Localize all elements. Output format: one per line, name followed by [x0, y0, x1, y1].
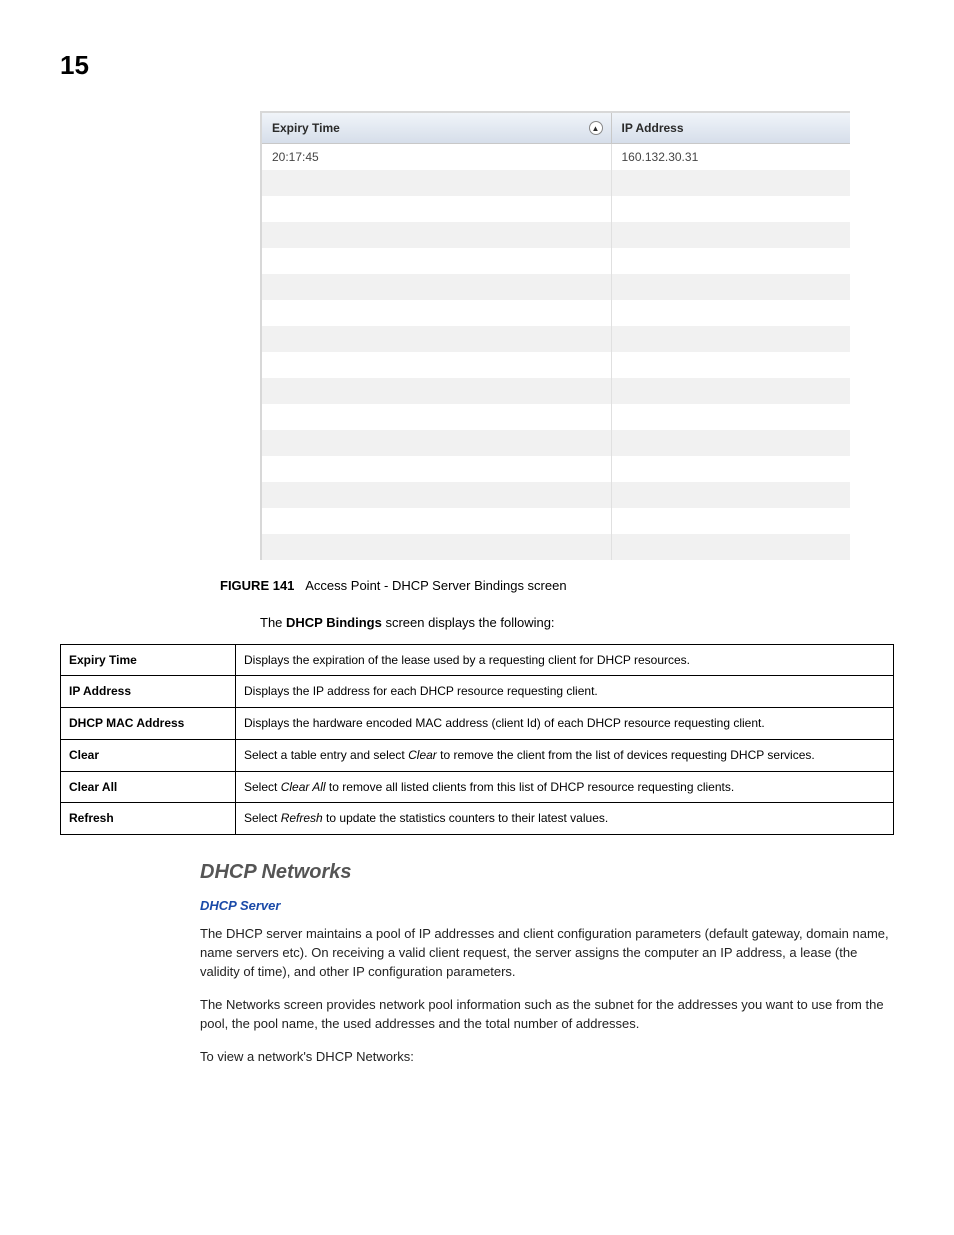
table-row[interactable]: [261, 352, 850, 378]
cell-expiry: [261, 352, 611, 378]
cell-expiry: [261, 300, 611, 326]
cell-expiry: 20:17:45: [261, 144, 611, 170]
table-row[interactable]: [261, 274, 850, 300]
cell-ip: [611, 352, 850, 378]
desc-row: ClearSelect a table entry and select Cle…: [61, 739, 894, 771]
figure-caption: FIGURE 141 Access Point - DHCP Server Bi…: [220, 578, 894, 593]
intro-suffix: screen displays the following:: [382, 615, 555, 630]
desc-term: IP Address: [61, 676, 236, 708]
cell-ip: [611, 248, 850, 274]
cell-ip: [611, 170, 850, 196]
cell-ip: [611, 456, 850, 482]
cell-ip: [611, 404, 850, 430]
table-row[interactable]: [261, 300, 850, 326]
desc-definition: Displays the expiration of the lease use…: [236, 644, 894, 676]
body-paragraph-1: The DHCP server maintains a pool of IP a…: [200, 925, 894, 982]
body-paragraph-3: To view a network's DHCP Networks:: [200, 1048, 894, 1067]
figure-label: FIGURE 141: [220, 578, 294, 593]
cell-ip: [611, 534, 850, 560]
cell-ip: [611, 508, 850, 534]
cell-expiry: [261, 508, 611, 534]
dhcp-server-link[interactable]: DHCP Server: [200, 898, 894, 913]
table-row[interactable]: [261, 456, 850, 482]
cell-expiry: [261, 196, 611, 222]
cell-expiry: [261, 248, 611, 274]
desc-row: IP AddressDisplays the IP address for ea…: [61, 676, 894, 708]
cell-ip: [611, 274, 850, 300]
table-row[interactable]: [261, 378, 850, 404]
desc-term: Clear: [61, 739, 236, 771]
description-table: Expiry TimeDisplays the expiration of th…: [60, 644, 894, 836]
desc-definition: Displays the hardware encoded MAC addres…: [236, 708, 894, 740]
intro-bold: DHCP Bindings: [286, 615, 382, 630]
body-paragraph-2: The Networks screen provides network poo…: [200, 996, 894, 1034]
desc-definition: Displays the IP address for each DHCP re…: [236, 676, 894, 708]
desc-definition: Select Clear All to remove all listed cl…: [236, 771, 894, 803]
table-row[interactable]: [261, 326, 850, 352]
desc-row: RefreshSelect Refresh to update the stat…: [61, 803, 894, 835]
section-heading: DHCP Networks: [200, 861, 894, 884]
cell-expiry: [261, 326, 611, 352]
page-number: 15: [60, 50, 894, 81]
table-row[interactable]: 20:17:45160.132.30.31: [261, 144, 850, 170]
table-row[interactable]: [261, 430, 850, 456]
column-header-expiry-label: Expiry Time: [272, 121, 340, 135]
cell-ip: [611, 482, 850, 508]
table-row[interactable]: [261, 248, 850, 274]
desc-definition: Select Refresh to update the statistics …: [236, 803, 894, 835]
desc-row: Expiry TimeDisplays the expiration of th…: [61, 644, 894, 676]
sort-asc-icon[interactable]: ▲: [589, 121, 603, 135]
desc-term: Clear All: [61, 771, 236, 803]
cell-expiry: [261, 378, 611, 404]
intro-line: The DHCP Bindings screen displays the fo…: [260, 615, 894, 630]
cell-expiry: [261, 430, 611, 456]
column-header-expiry[interactable]: Expiry Time ▲: [261, 112, 611, 144]
table-row[interactable]: [261, 482, 850, 508]
cell-expiry: [261, 222, 611, 248]
table-row[interactable]: [261, 508, 850, 534]
column-header-ip[interactable]: IP Address: [611, 112, 850, 144]
cell-ip: [611, 378, 850, 404]
table-row[interactable]: [261, 196, 850, 222]
table-row[interactable]: [261, 170, 850, 196]
cell-expiry: [261, 170, 611, 196]
intro-prefix: The: [260, 615, 286, 630]
desc-row: Clear AllSelect Clear All to remove all …: [61, 771, 894, 803]
desc-definition: Select a table entry and select Clear to…: [236, 739, 894, 771]
desc-row: DHCP MAC AddressDisplays the hardware en…: [61, 708, 894, 740]
desc-term: Refresh: [61, 803, 236, 835]
table-row[interactable]: [261, 534, 850, 560]
cell-ip: [611, 222, 850, 248]
desc-term: Expiry Time: [61, 644, 236, 676]
cell-ip: [611, 326, 850, 352]
cell-expiry: [261, 274, 611, 300]
cell-ip: [611, 300, 850, 326]
cell-ip: [611, 430, 850, 456]
cell-ip: 160.132.30.31: [611, 144, 850, 170]
table-row[interactable]: [261, 222, 850, 248]
cell-expiry: [261, 456, 611, 482]
cell-expiry: [261, 534, 611, 560]
cell-expiry: [261, 482, 611, 508]
cell-ip: [611, 196, 850, 222]
table-row[interactable]: [261, 404, 850, 430]
desc-term: DHCP MAC Address: [61, 708, 236, 740]
bindings-table: Expiry Time ▲ IP Address 20:17:45160.132…: [260, 111, 850, 560]
bindings-screenshot: Expiry Time ▲ IP Address 20:17:45160.132…: [260, 111, 894, 560]
cell-expiry: [261, 404, 611, 430]
figure-caption-text: Access Point - DHCP Server Bindings scre…: [305, 578, 566, 593]
